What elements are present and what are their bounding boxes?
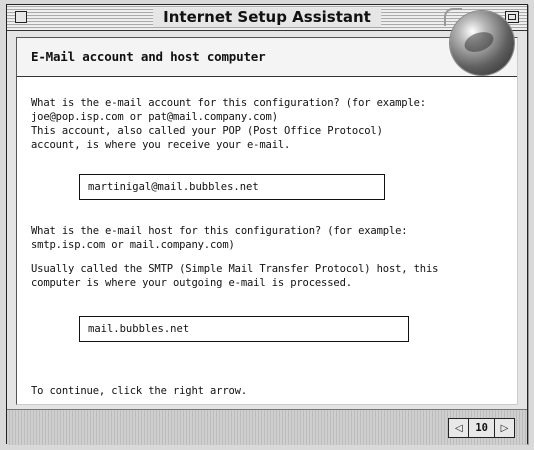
host-question-line-1: What is the e-mail host for this configu… [31,225,408,237]
section-header: E-Mail account and host computer [17,38,517,77]
close-box[interactable] [15,11,27,23]
setup-assistant-window: Internet Setup Assistant E-Mail account … [6,4,528,445]
continue-instructions: To continue, click the right arrow. [31,385,248,397]
section-heading: E-Mail account and host computer [31,49,266,64]
navigation-bar: ◁ 10 ▷ [7,409,527,445]
content-panel: E-Mail account and host computer What is… [16,37,518,405]
previous-arrow-icon[interactable]: ◁ [449,419,470,437]
host-question-line-2: smtp.isp.com or mail.company.com) [31,239,235,251]
globe-icon [444,8,514,75]
account-help-line-2: account, is where you receive your e-mai… [31,139,291,151]
account-question-line-1: What is the e-mail account for this conf… [31,97,426,109]
host-help-line-2: computer is where your outgoing e-mail i… [31,277,352,289]
host-help-line-1: Usually called the SMTP (Simple Mail Tra… [31,263,439,275]
window-title: Internet Setup Assistant [153,8,381,27]
account-question-line-2: joe@pop.isp.com or pat@mail.company.com) [31,111,278,123]
page-navigator: ◁ 10 ▷ [448,418,515,438]
email-host-field[interactable] [79,316,409,342]
email-account-field[interactable] [79,174,385,200]
next-arrow-icon[interactable]: ▷ [494,419,514,437]
zoom-box[interactable] [505,11,519,23]
page-number: 10 [475,422,488,434]
account-help-line-1: This account, also called your POP (Post… [31,125,383,137]
